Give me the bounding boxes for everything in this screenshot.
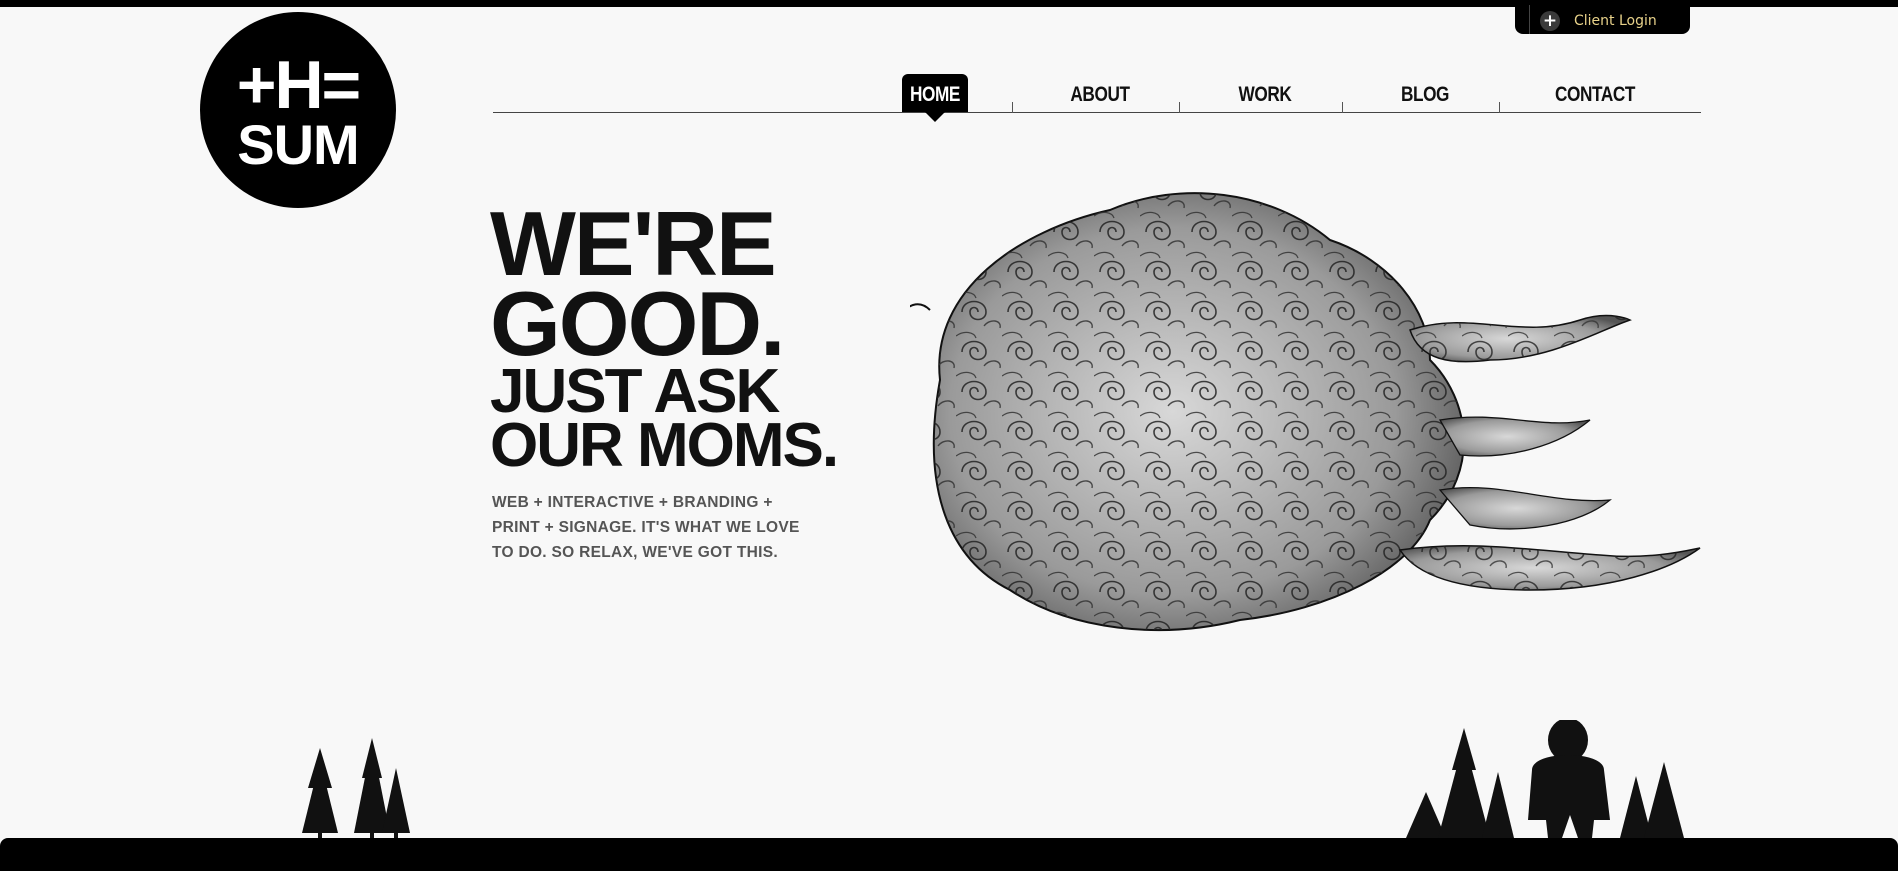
client-login-label: Client Login bbox=[1574, 13, 1657, 29]
hero-tagline: WEB + INTERACTIVE + BRANDING + PRINT + S… bbox=[492, 490, 832, 565]
nav-item-blog[interactable]: BLOG bbox=[1384, 82, 1466, 108]
tagline-line-3: TO DO. SO RELAX, WE'VE GOT THIS. bbox=[492, 544, 778, 561]
hero-headline: WE'RE GOOD. JUST ASK OUR MOMS. bbox=[490, 194, 839, 480]
logo-mark: +H= SUM bbox=[237, 47, 362, 176]
nav-separator bbox=[1179, 102, 1180, 113]
headline-line-1: WE'RE bbox=[490, 194, 777, 295]
logo[interactable]: +H= SUM bbox=[200, 12, 396, 208]
tagline-line-2: PRINT + SIGNAGE. IT'S WHAT WE LOVE bbox=[492, 519, 800, 536]
footer-bar bbox=[0, 838, 1898, 871]
nav-active-pointer bbox=[925, 112, 945, 122]
pine-trees-illustration bbox=[302, 738, 410, 838]
plus-circle-icon: + bbox=[1540, 11, 1560, 31]
nav-item-home[interactable]: HOME bbox=[908, 82, 962, 108]
nav-item-contact[interactable]: CONTACT bbox=[1542, 82, 1649, 108]
client-login-button[interactable]: + Client Login bbox=[1515, 5, 1690, 34]
nav-separator bbox=[1012, 102, 1013, 113]
headline-line-2: GOOD. bbox=[490, 274, 785, 375]
nav-item-about[interactable]: ABOUT bbox=[1059, 82, 1141, 108]
headline-line-4: OUR MOMS. bbox=[490, 411, 839, 480]
logo-line-1: +H= bbox=[237, 47, 360, 123]
logo-line-2: SUM bbox=[237, 113, 358, 176]
swirl-cloud-illustration bbox=[910, 192, 1701, 631]
tagline-line-1: WEB + INTERACTIVE + BRANDING + bbox=[492, 494, 773, 511]
bigfoot-and-trees-illustration bbox=[1406, 720, 1684, 838]
nav-separator bbox=[1499, 102, 1500, 113]
nav-underline bbox=[493, 112, 1701, 113]
nav-item-work[interactable]: WORK bbox=[1224, 82, 1306, 108]
client-login-divider bbox=[1529, 5, 1530, 34]
nav-separator bbox=[1342, 102, 1343, 113]
